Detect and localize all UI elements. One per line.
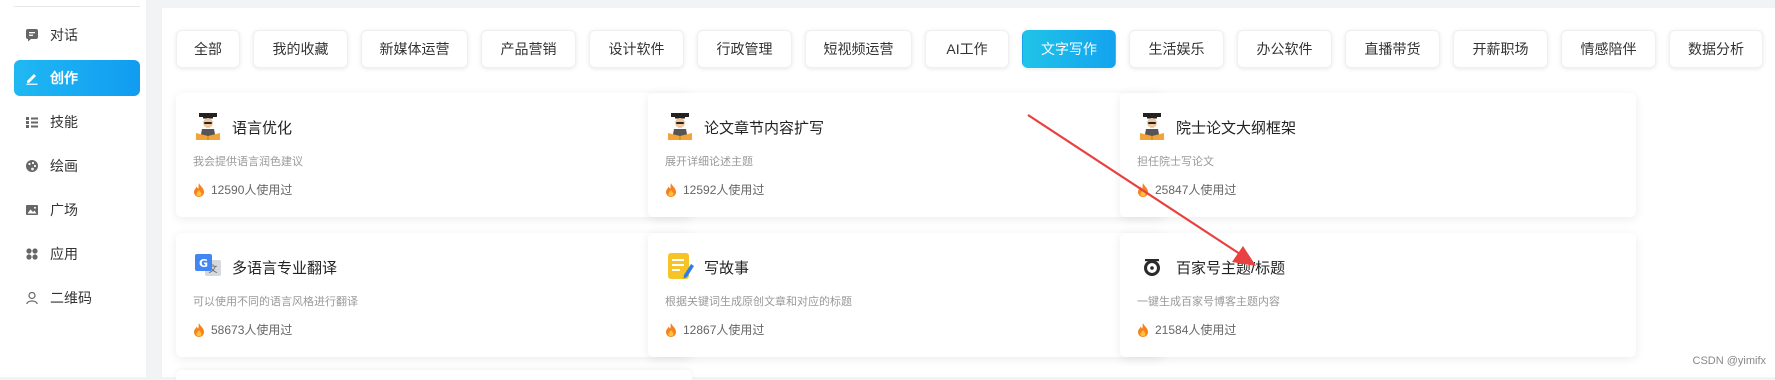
- tab-label: 情感陪伴: [1580, 41, 1637, 57]
- translate-icon: 文G: [193, 251, 223, 281]
- usage-text: 12867人使用过: [683, 323, 765, 337]
- sidebar-divider: [14, 6, 140, 7]
- usage-count: 12867人使用过: [665, 321, 764, 338]
- scholar-icon: [1137, 111, 1167, 141]
- usage-count: 25847人使用过: [1137, 181, 1236, 198]
- card-title: 语言优化: [232, 120, 293, 137]
- fire-icon: [1138, 182, 1148, 197]
- fire-icon: [1138, 322, 1148, 337]
- sidebar-item-apps[interactable]: 应用: [14, 236, 140, 272]
- sidebar-item-label: 二维码: [50, 290, 92, 306]
- chat-icon: [24, 27, 40, 43]
- baijiahao-icon: [1137, 251, 1167, 281]
- card-title: 论文章节内容扩写: [704, 120, 825, 137]
- tab-new-media[interactable]: 新媒体运营: [361, 30, 468, 68]
- sidebar-item-chat[interactable]: 对话: [14, 17, 140, 53]
- sidebar-item-label: 技能: [50, 114, 78, 130]
- tab-all[interactable]: 全部: [176, 30, 240, 68]
- sidebar-item-label: 广场: [50, 202, 78, 218]
- tab-label: 文字写作: [1041, 41, 1097, 57]
- sidebar-item-skills[interactable]: 技能: [14, 104, 140, 140]
- card-description: 担任院士写论文: [1137, 156, 1214, 168]
- fire-icon: [194, 182, 204, 197]
- usage-text: 58673人使用过: [211, 323, 293, 337]
- user-icon: [24, 290, 40, 306]
- app-card-translation[interactable]: 文G 多语言专业翻译 可以使用不同的语言风格进行翻译 58673人使用过: [176, 233, 692, 357]
- card-description: 根据关键词生成原创文章和对应的标题: [665, 296, 852, 308]
- tab-label: 全部: [194, 41, 222, 57]
- tab-administration[interactable]: 行政管理: [697, 30, 792, 68]
- scholar-icon: [665, 111, 695, 141]
- list-icon: [24, 114, 40, 130]
- sidebar-item-label: 应用: [50, 246, 78, 262]
- tab-label: 直播带货: [1364, 41, 1421, 57]
- tab-data-analysis[interactable]: 数据分析: [1669, 30, 1763, 68]
- usage-count: 21584人使用过: [1137, 321, 1236, 338]
- card-title: 写故事: [704, 260, 750, 277]
- card-description: 我会提供语言润色建议: [193, 156, 303, 168]
- card-title: 多语言专业翻译: [232, 260, 338, 277]
- tab-companion[interactable]: 情感陪伴: [1561, 30, 1656, 68]
- tab-label: 新媒体运营: [379, 41, 450, 57]
- usage-text: 12590人使用过: [211, 183, 293, 197]
- app-card-baijiahao-title[interactable]: 百家号主题/标题 一键生成百家号博客主题内容 21584人使用过: [1120, 233, 1636, 357]
- fire-icon: [194, 322, 204, 337]
- card-description: 展开详细论述主题: [665, 156, 753, 168]
- tab-label: 开薪职场: [1472, 41, 1529, 57]
- tab-label: 短视频运营: [823, 41, 894, 57]
- sidebar-item-create[interactable]: 创作: [14, 60, 140, 96]
- image-icon: [24, 202, 40, 218]
- tab-lifestyle[interactable]: 生活娱乐: [1129, 30, 1224, 68]
- usage-text: 21584人使用过: [1155, 323, 1237, 337]
- sidebar: 对话 创作 技能 绘画 广场 应用 二维码: [0, 0, 146, 377]
- tab-design-software[interactable]: 设计软件: [589, 30, 684, 68]
- card-next-row-edge: [176, 370, 692, 380]
- usage-count: 12590人使用过: [193, 181, 292, 198]
- card-title: 百家号主题/标题: [1176, 260, 1286, 277]
- apps-icon: [24, 246, 40, 262]
- usage-count: 12592人使用过: [665, 181, 764, 198]
- svg-text:G: G: [199, 257, 208, 270]
- palette-icon: [24, 158, 40, 174]
- tab-label: 数据分析: [1688, 41, 1744, 57]
- tab-label: 产品营销: [500, 41, 557, 57]
- sidebar-item-label: 创作: [50, 70, 78, 86]
- tab-label: 行政管理: [716, 41, 773, 57]
- scholar-icon: [193, 111, 223, 141]
- tab-label: AI工作: [946, 41, 988, 57]
- tab-short-video[interactable]: 短视频运营: [805, 30, 912, 68]
- tab-label: 我的收藏: [272, 41, 329, 57]
- tab-career[interactable]: 开薪职场: [1453, 30, 1548, 68]
- card-title: 院士论文大纲框架: [1176, 120, 1297, 137]
- tab-label: 生活娱乐: [1148, 41, 1205, 57]
- app-card-thesis-outline[interactable]: 院士论文大纲框架 担任院士写论文 25847人使用过: [1120, 93, 1636, 217]
- app-card-write-story[interactable]: 写故事 根据关键词生成原创文章和对应的标题 12867人使用过: [648, 233, 1164, 357]
- tab-ai-work[interactable]: AI工作: [925, 30, 1009, 68]
- sidebar-item-label: 对话: [50, 27, 78, 43]
- tab-marketing[interactable]: 产品营销: [481, 30, 576, 68]
- tab-livestream[interactable]: 直播带货: [1345, 30, 1440, 68]
- tab-writing[interactable]: 文字写作: [1022, 30, 1116, 68]
- sidebar-item-drawing[interactable]: 绘画: [14, 148, 140, 184]
- tab-label: 设计软件: [608, 41, 665, 57]
- sidebar-item-square[interactable]: 广场: [14, 192, 140, 228]
- sidebar-item-label: 绘画: [50, 158, 78, 174]
- card-description: 一键生成百家号博客主题内容: [1137, 296, 1280, 308]
- fire-icon: [666, 182, 676, 197]
- notepad-icon: [665, 251, 695, 281]
- watermark: CSDN @yimifx: [1692, 355, 1767, 367]
- sidebar-item-qrcode[interactable]: 二维码: [14, 280, 140, 316]
- pen-icon: [24, 70, 40, 86]
- tab-label: 办公软件: [1256, 41, 1313, 57]
- app-card-thesis-expand[interactable]: 论文章节内容扩写 展开详细论述主题 12592人使用过: [648, 93, 1164, 217]
- usage-text: 12592人使用过: [683, 183, 765, 197]
- tab-favorites[interactable]: 我的收藏: [253, 30, 348, 68]
- card-description: 可以使用不同的语言风格进行翻译: [193, 296, 358, 308]
- tab-office-software[interactable]: 办公软件: [1237, 30, 1332, 68]
- usage-count: 58673人使用过: [193, 321, 292, 338]
- usage-text: 25847人使用过: [1155, 183, 1237, 197]
- main-panel: 全部 我的收藏 新媒体运营 产品营销 设计软件 行政管理 短视频运营 AI工作 …: [162, 8, 1775, 380]
- app-card-language-polish[interactable]: 语言优化 我会提供语言润色建议 12590人使用过: [176, 93, 692, 217]
- fire-icon: [666, 322, 676, 337]
